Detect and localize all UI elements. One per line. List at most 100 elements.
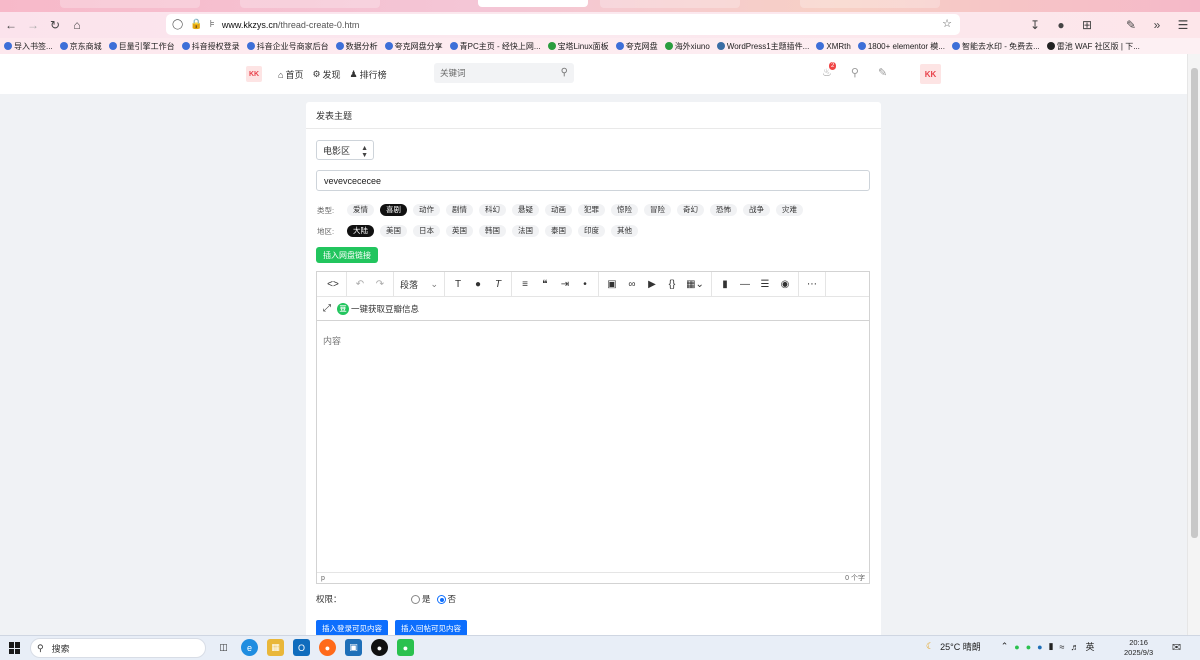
horizontal-rule-icon[interactable]: — (735, 274, 755, 294)
battery-icon[interactable]: ▮ (1049, 641, 1054, 652)
outlook-icon[interactable]: O (293, 639, 310, 656)
tray-app-icon[interactable]: ● (1037, 642, 1042, 652)
paragraph-format-select[interactable]: 段落 ⌄ (397, 278, 441, 291)
site-logo[interactable]: KK (246, 66, 262, 82)
bookmark-item[interactable]: 1800+ elementor 模... (857, 41, 945, 52)
type-chip[interactable]: 冒险 (644, 204, 671, 216)
insert-reply-visible-button[interactable]: 插入回帖可见内容 (395, 620, 467, 635)
region-chip[interactable]: 韩国 (479, 225, 506, 237)
toc-icon[interactable]: ☰ (755, 274, 775, 294)
edit-icon[interactable]: ✎ (878, 66, 887, 79)
color-drop-icon[interactable]: ● (468, 274, 488, 294)
clear-format-icon[interactable]: T (488, 274, 508, 294)
page-scrollbar[interactable] (1187, 54, 1200, 635)
scrollbar-thumb[interactable] (1191, 68, 1198, 538)
bookmark-item[interactable]: WordPress1主题插件... (716, 41, 809, 52)
region-chip-active[interactable]: 大陆 (347, 225, 374, 237)
qq-icon[interactable]: ● (371, 639, 388, 656)
type-chip[interactable]: 科幻 (479, 204, 506, 216)
type-chip[interactable]: 剧情 (446, 204, 473, 216)
bookmark-item[interactable]: XMRth (816, 42, 851, 51)
bookmark-item[interactable]: 抖音授权登录 (181, 41, 240, 52)
menu-icon[interactable]: ☰ (1172, 14, 1194, 36)
bookmark-item[interactable]: 京东商城 (59, 41, 102, 52)
notification-center-icon[interactable]: ✉ (1172, 641, 1181, 654)
type-chip[interactable]: 恐怖 (710, 204, 737, 216)
wifi-icon[interactable]: ≈ (1060, 642, 1065, 652)
search-input[interactable]: 关键词 ⚲ (434, 63, 574, 83)
star-icon[interactable]: ☆ (942, 17, 952, 30)
search-icon[interactable]: ⚲ (851, 66, 859, 79)
taskbar-search[interactable]: ⚲ 搜索 (30, 638, 206, 658)
forward-arrow-icon[interactable]: → (22, 14, 44, 36)
store-icon[interactable]: ▣ (345, 639, 362, 656)
avatar[interactable]: KK (920, 64, 941, 84)
code-block-icon[interactable]: {} (662, 274, 682, 294)
region-chip[interactable]: 印度 (578, 225, 605, 237)
bookmark-item[interactable]: 抖音企业号商家后台 (246, 41, 329, 52)
bell-icon[interactable]: ♨ 2 (822, 62, 837, 79)
windows-start-icon[interactable] (9, 642, 21, 654)
browser-tab-active[interactable] (478, 0, 588, 7)
region-chip[interactable]: 美国 (380, 225, 407, 237)
bookmark-item[interactable]: 智能去水印 - 免费去... (951, 41, 1040, 52)
redo-icon[interactable]: ↷ (370, 274, 390, 294)
permission-yes-radio[interactable]: 是 (411, 593, 431, 605)
content-placeholder[interactable]: 内容 (323, 334, 341, 347)
bookmark-item[interactable]: 夸克网盘分享 (384, 41, 443, 52)
back-arrow-icon[interactable]: ← (0, 14, 22, 36)
more-tools-icon[interactable]: » (1146, 14, 1168, 36)
type-chip[interactable]: 动画 (545, 204, 572, 216)
clock[interactable]: 20:16 2025/9/3 (1124, 638, 1153, 658)
region-chip[interactable]: 泰国 (545, 225, 572, 237)
fetch-douban-button[interactable]: 一键获取豆瓣信息 (351, 303, 419, 315)
browser-tab[interactable] (600, 0, 740, 8)
text-size-icon[interactable]: T (448, 274, 468, 294)
account-icon[interactable]: ● (1050, 14, 1072, 36)
download-icon[interactable]: ↧ (1024, 14, 1046, 36)
video-icon[interactable]: ▶ (642, 274, 662, 294)
nav-item-ranking[interactable]: ♟ 排行榜 (350, 68, 387, 81)
insert-netdisk-link-button[interactable]: 插入网盘链接 (316, 247, 378, 263)
file-explorer-icon[interactable]: ▦ (267, 639, 284, 656)
image-icon[interactable]: ▣ (602, 274, 622, 294)
region-chip[interactable]: 法国 (512, 225, 539, 237)
type-chip[interactable]: 犯罪 (578, 204, 605, 216)
region-chip[interactable]: 日本 (413, 225, 440, 237)
weather-text[interactable]: 25°C 晴朗 (940, 640, 981, 653)
bookmark-icon[interactable]: ▮ (715, 274, 735, 294)
bookmark-item[interactable]: 数据分析 (335, 41, 378, 52)
task-view-icon[interactable]: ◫ (215, 639, 232, 656)
source-code-icon[interactable]: <> (323, 274, 343, 294)
type-chip[interactable]: 爱情 (347, 204, 374, 216)
type-chip[interactable]: 惊险 (611, 204, 638, 216)
bookmark-item[interactable]: 巨量引擎工作台 (108, 41, 175, 52)
nav-item-discover[interactable]: ⚙ 发现 (312, 68, 340, 81)
type-chip[interactable]: 奇幻 (677, 204, 704, 216)
bookmark-item[interactable]: 雷池 WAF 社区版 | 下... (1046, 41, 1140, 52)
bookmark-item[interactable]: 夸克网盘 (615, 41, 658, 52)
link-icon[interactable]: ∞ (622, 274, 642, 294)
browser-tab[interactable] (60, 0, 200, 8)
type-chip[interactable]: 灾难 (776, 204, 803, 216)
browser-tab[interactable] (240, 0, 380, 8)
browser-tab[interactable] (800, 0, 940, 8)
title-input[interactable]: vevevcececee (316, 170, 870, 191)
preview-eye-icon[interactable]: ◉ (775, 274, 795, 294)
crop-icon[interactable]: ⊞ (1076, 14, 1098, 36)
chevron-up-icon[interactable]: ⌃ (1001, 641, 1009, 652)
indent-icon[interactable]: ⇥ (555, 274, 575, 294)
reload-icon[interactable]: ↻ (44, 14, 66, 36)
home-icon[interactable]: ⌂ (66, 14, 88, 36)
type-chip[interactable]: 战争 (743, 204, 770, 216)
blockquote-icon[interactable]: ❝ (535, 274, 555, 294)
bullet-list-icon[interactable]: • (575, 274, 595, 294)
type-chip[interactable]: 悬疑 (512, 204, 539, 216)
bookmark-item[interactable]: 宝塔Linux面板 (547, 41, 609, 52)
volume-icon[interactable]: ♬ (1070, 642, 1079, 652)
region-chip[interactable]: 其他 (611, 225, 638, 237)
region-chip[interactable]: 英国 (446, 225, 473, 237)
insert-login-visible-button[interactable]: 插入登录可见内容 (316, 620, 388, 635)
ime-indicator[interactable]: 英 (1085, 640, 1094, 653)
bookmark-item[interactable]: 海外xiuno (664, 41, 710, 52)
